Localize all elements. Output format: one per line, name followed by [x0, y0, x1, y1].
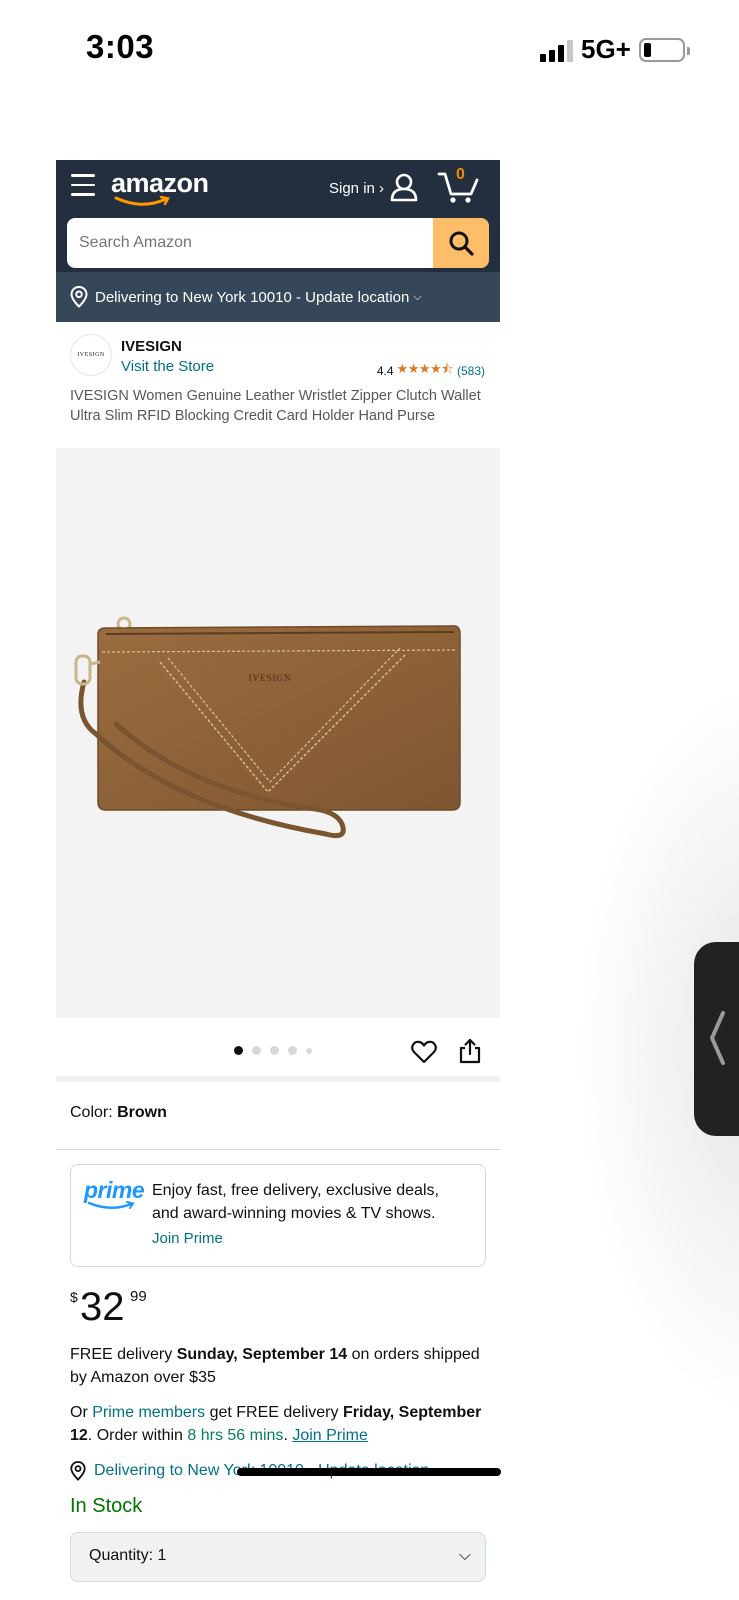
location-pin-icon [70, 1461, 86, 1481]
quantity-selector[interactable]: Quantity: 1 ⌵ [70, 1532, 486, 1582]
status-indicators: 5G+ [540, 34, 690, 65]
price-currency: $ [70, 1289, 78, 1305]
side-panel-tab[interactable] [694, 942, 739, 1136]
search-input[interactable] [67, 218, 433, 268]
brand-row: IVESIGN IVESIGN Visit the Store 4.4 ★★★★… [56, 322, 500, 380]
brand-name: IVESIGN [121, 338, 182, 355]
pager-dot[interactable] [288, 1046, 297, 1055]
price: $ 32 99 [56, 1285, 500, 1343]
search-row [56, 218, 500, 272]
delivery-text: . Order within [87, 1427, 188, 1444]
image-pager-row [56, 1018, 500, 1082]
visit-store-link[interactable]: Visit the Store [121, 358, 214, 375]
product-title: IVESIGN Women Genuine Leather Wristlet Z… [70, 388, 481, 424]
order-countdown: 8 hrs 56 mins [187, 1427, 284, 1444]
status-time: 3:03 [86, 28, 155, 65]
delivery-text: FREE delivery [70, 1346, 177, 1363]
prime-smile-icon [87, 1201, 135, 1209]
wallet-image: IVESIGN [74, 616, 461, 839]
chevron-left-icon [710, 1011, 725, 1065]
top-header: amazon Sign in › 0 [56, 160, 500, 218]
delivery-text: get FREE delivery [205, 1404, 343, 1421]
pager-dot[interactable] [270, 1046, 279, 1055]
brand-logo[interactable]: IVESIGN [70, 334, 112, 376]
user-icon[interactable] [389, 172, 419, 202]
cart-count: 0 [456, 166, 465, 183]
pager-dot[interactable] [306, 1047, 312, 1054]
product-image[interactable]: IVESIGN [56, 448, 500, 1018]
location-text: Delivering to New York 10010 - Update lo… [95, 288, 410, 306]
heart-icon[interactable] [411, 1040, 437, 1064]
delivery-text: . [283, 1427, 293, 1444]
prime-delivery-info: Or Prime members get FREE delivery Frida… [56, 1389, 500, 1447]
pager-dot[interactable] [252, 1046, 261, 1055]
home-indicator[interactable] [237, 1468, 501, 1476]
color-selection: Color: Brown [56, 1082, 500, 1150]
location-bar[interactable]: Delivering to New York 10010 - Update lo… [56, 272, 500, 322]
battery-icon [638, 37, 690, 62]
join-prime-link[interactable]: Join Prime [152, 1230, 223, 1247]
share-icon[interactable] [459, 1038, 481, 1064]
search-icon [449, 231, 474, 256]
pager-dot[interactable] [234, 1046, 243, 1055]
stock-status: In Stock [70, 1495, 143, 1517]
delivery-text: Or [70, 1404, 93, 1421]
chevron-down-icon: ⌵ [413, 290, 422, 303]
quantity-label: Quantity: 1 [89, 1547, 167, 1564]
app-content: amazon Sign in › 0 Search Amazon Deliver… [56, 160, 500, 1600]
amazon-smile-icon [114, 196, 170, 206]
price-whole: 32 [80, 1285, 125, 1329]
prime-logo: prime [84, 1177, 145, 1203]
color-label: Color: [70, 1104, 118, 1121]
rating-summary[interactable]: 4.4 ★★★★⯪ (583) [377, 360, 485, 382]
price-fraction: 99 [130, 1288, 147, 1305]
prime-description: Enjoy fast, free delivery, exclusive dea… [152, 1182, 439, 1222]
location-pin-icon [70, 286, 88, 308]
signal-icon [540, 38, 573, 62]
wallet-brand-mark: IVESIGN [249, 673, 292, 683]
prime-promo[interactable]: prime Enjoy fast, free delivery, exclusi… [70, 1164, 486, 1267]
network-label: 5G+ [581, 34, 631, 64]
signin-link[interactable]: Sign in › [329, 180, 384, 197]
delivery-date: Sunday, September 14 [176, 1346, 348, 1363]
color-value: Brown [117, 1104, 167, 1121]
search-button[interactable] [433, 218, 489, 268]
free-delivery-info: FREE delivery Sunday, September 14 on or… [56, 1343, 500, 1389]
join-prime-inline-link[interactable]: Join Prime [292, 1427, 368, 1444]
prime-members-link[interactable]: Prime members [92, 1404, 205, 1421]
image-pager-dots[interactable] [234, 1046, 312, 1055]
menu-icon[interactable] [71, 174, 95, 198]
amazon-logo[interactable]: amazon [111, 168, 209, 199]
rating-value: 4.4 [376, 364, 394, 378]
rating-count[interactable]: (583) [457, 364, 485, 378]
chevron-down-icon: ⌵ [458, 1547, 471, 1564]
star-rating-icon: ★★★★⯪ [396, 361, 454, 376]
